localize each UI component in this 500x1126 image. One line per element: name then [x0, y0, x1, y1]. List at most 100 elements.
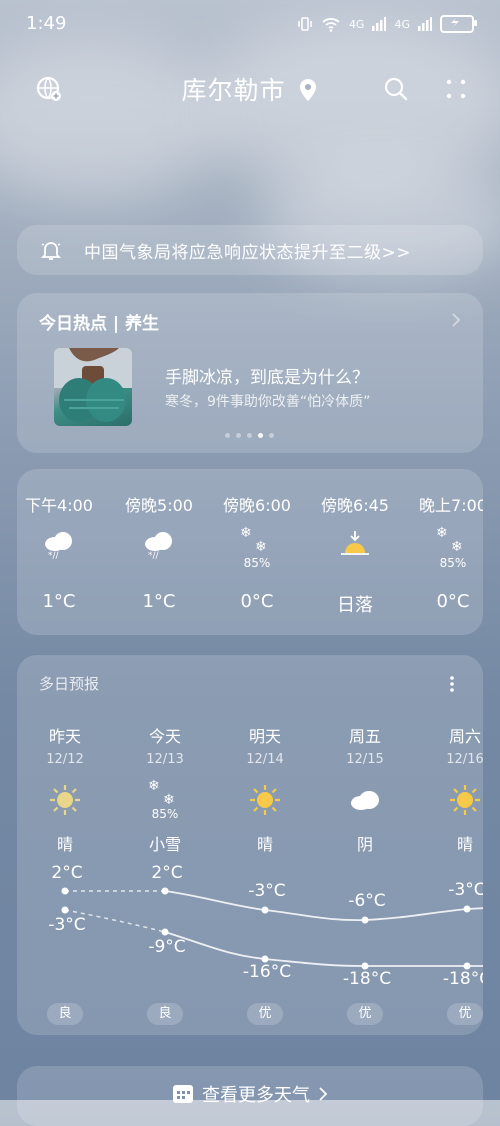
svg-text:❄: ❄ [148, 778, 160, 794]
multi-day-forecast[interactable]: 多日预报 昨天 12/12 晴 良 今天 12/13 ❄ ❄ 85% 小雪 良 明… [17, 655, 483, 1035]
four-dots-icon [446, 79, 466, 99]
snowflake-icon: ❄ ❄ [436, 524, 470, 558]
high-temp-label: -3°C [448, 880, 483, 900]
high-point [361, 916, 369, 924]
svg-text:❄: ❄ [240, 525, 252, 541]
high-temp-label: -3°C [248, 881, 286, 901]
sun-icon [48, 783, 82, 821]
hourly-temp: 0°C [240, 591, 274, 612]
carousel-dot [247, 433, 252, 438]
search-button[interactable] [378, 71, 414, 107]
day-condition: 阴 [356, 835, 373, 854]
location-pin-icon [300, 79, 317, 101]
day-label: 周五 [348, 727, 381, 746]
day-label: 今天 [148, 727, 181, 746]
sun-icon [448, 783, 482, 821]
day-condition: 晴 [456, 835, 473, 854]
air-quality-badge: 良 [147, 1003, 183, 1025]
day-date: 12/16 [446, 752, 483, 767]
day-label: 昨天 [48, 727, 81, 746]
snow-cloud-icon: *// [142, 529, 176, 563]
day-date: 12/14 [246, 752, 284, 767]
signal-icon [372, 17, 387, 31]
hourly-temp: 0°C [436, 591, 470, 612]
sun-icon [248, 783, 282, 821]
snowflake-icon: ❄ ❄ [148, 777, 182, 811]
low-temp-label: -18°C [342, 969, 392, 989]
high-temp-label: -6°C [348, 891, 386, 911]
bell-icon [40, 242, 62, 260]
hourly-time: 傍晚6:00 [223, 496, 291, 515]
air-quality-badge: 优 [247, 1003, 283, 1025]
hot-topic-title: 今日热点 | 养生 [39, 314, 160, 334]
status-time: 1:49 [26, 13, 67, 34]
carousel-dot-active [258, 433, 263, 438]
svg-text:*//: *// [48, 551, 60, 559]
hourly-precip: 85% [439, 556, 467, 570]
wifi-icon [322, 18, 340, 32]
high-point [61, 887, 69, 895]
snowflake-icon: ❄ ❄ [240, 524, 274, 558]
battery-icon [440, 15, 477, 33]
calendar-icon [173, 1085, 193, 1103]
day-label: 周六 [448, 727, 481, 746]
article-headline: 手脚冰凉，到底是为什么？ [165, 368, 369, 388]
chevron-right-icon [452, 313, 461, 327]
alert-banner[interactable]: 中国气象局将应急响应状态提升至二级>> [17, 225, 483, 275]
chevron-right-icon [319, 1087, 328, 1101]
day-date: 12/12 [46, 752, 84, 767]
day-date: 12/15 [346, 752, 384, 767]
low-point [61, 906, 69, 914]
city-name: 库尔勒市 [181, 76, 286, 105]
carousel-dot [225, 433, 230, 438]
hourly-forecast[interactable]: 下午4:00 *// 1°C 傍晚5:00 *// 1°C 傍晚6:00 ❄ ❄ … [17, 469, 483, 635]
article-summary: 寒冬，9件事助你改善“怕冷体质” [165, 394, 371, 410]
high-temp-label: 2°C [51, 863, 83, 883]
hourly-temp: 1°C [42, 591, 76, 612]
day-date: 12/13 [146, 752, 184, 767]
high-temp-label: 2°C [151, 863, 183, 883]
hourly-temp: 1°C [142, 591, 176, 612]
network-type-2: 4G [394, 17, 410, 31]
cloud-icon [348, 783, 382, 821]
hot-topic-card[interactable]: 今日热点 | 养生 手脚冰凉，到底是为什么？ 寒冬，9件事助你改善“怕冷体质” [17, 293, 483, 453]
signal-icon [418, 17, 432, 31]
svg-text:❄: ❄ [163, 792, 175, 807]
low-temp-label: -16°C [242, 962, 292, 982]
air-quality-badge: 优 [347, 1003, 383, 1025]
day-precip: 85% [151, 807, 179, 821]
day-condition: 晴 [56, 835, 73, 854]
snow-cloud-icon: *// [42, 529, 76, 563]
hourly-time: 傍晚6:45 [321, 496, 389, 515]
hourly-time: 下午4:00 [25, 496, 93, 515]
hourly-time: 晚上7:00 [419, 496, 483, 515]
low-point [161, 928, 169, 936]
status-icons: 4G 4G [297, 15, 477, 33]
more-weather-button[interactable]: 查看更多天气 [17, 1066, 483, 1126]
day-condition: 晴 [256, 835, 273, 854]
day-condition: 小雪 [148, 835, 181, 854]
high-point [463, 905, 471, 913]
carousel-dot [236, 433, 241, 438]
svg-text:❄: ❄ [436, 525, 448, 541]
search-icon [384, 77, 408, 101]
network-type-1: 4G [348, 17, 365, 31]
low-temp-label: -9°C [148, 937, 186, 957]
svg-text:❄: ❄ [255, 539, 267, 554]
air-quality-badge: 优 [447, 1003, 483, 1025]
article-thumbnail[interactable] [54, 348, 132, 426]
vibrate-icon [298, 17, 312, 31]
low-temp-label: -18°C [442, 969, 483, 989]
low-temp-label: -3°C [48, 915, 86, 935]
carousel-dot [269, 433, 274, 438]
day-label: 明天 [248, 727, 281, 746]
city-title[interactable]: 库尔勒市 [0, 71, 500, 107]
hourly-temp: 日落 [337, 595, 373, 616]
svg-text:*//: *// [148, 551, 160, 559]
air-quality-badge: 良 [47, 1003, 83, 1025]
hourly-time: 傍晚5:00 [125, 496, 193, 515]
high-point [161, 887, 169, 895]
alert-text: 中国气象局将应急响应状态提升至二级>> [84, 242, 411, 263]
more-menu-button[interactable] [438, 71, 474, 107]
carousel-indicator [225, 433, 274, 438]
